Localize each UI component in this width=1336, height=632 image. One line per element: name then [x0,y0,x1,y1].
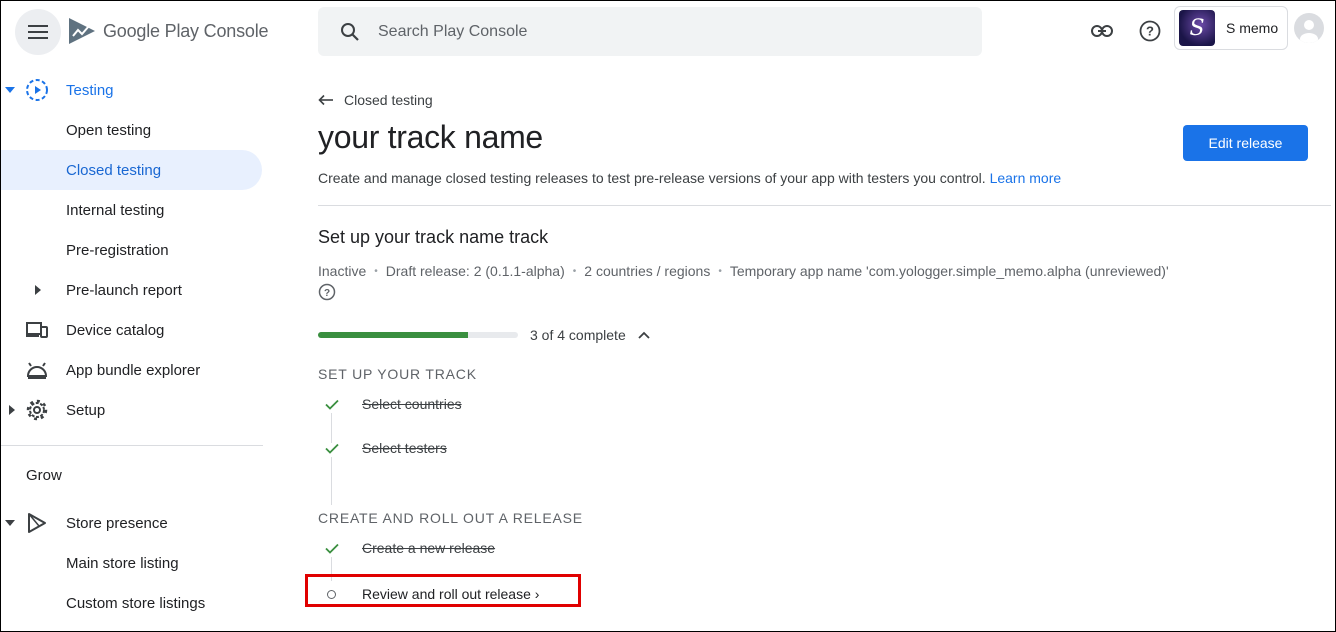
caret-down-icon [5,518,15,528]
svg-text:?: ? [324,288,330,299]
gear-icon [25,398,49,422]
sidebar-item-label: Pre-launch report [66,281,182,299]
sidebar-divider [1,445,263,446]
sidebar-item-open-testing[interactable]: Open testing [1,110,263,150]
sidebar-item-label: Main store listing [66,554,179,572]
content-divider [318,205,1331,206]
play-console-logo-icon [69,18,95,44]
sidebar-item-internal-testing[interactable]: Internal testing [1,190,263,230]
testing-icon [25,78,49,102]
back-link-label: Closed testing [344,92,433,108]
logo-text: Google Play Console [103,20,269,41]
group-title-setup-track: SET UP YOUR TRACK [318,366,477,382]
help-icon[interactable]: ? [318,283,336,301]
help-button[interactable]: ? [1135,16,1165,46]
section-title: Set up your track name track [318,227,549,247]
separator-dot: • [718,265,722,277]
sidebar-item-app-bundle-explorer[interactable]: App bundle explorer [1,350,263,390]
progress-bar [318,332,518,338]
sidebar-item-custom-store-listings[interactable]: Custom store listings [1,583,263,623]
sidebar-item-label: Pre-registration [66,241,169,259]
group-title-create-release: CREATE AND ROLL OUT A RELEASE [318,510,583,526]
page-description: Create and manage closed testing release… [318,170,1061,186]
link-icon [1091,25,1113,37]
play-console-logo[interactable]: Google Play Console [67,16,269,46]
search-icon [338,20,362,44]
chevron-up-icon [638,331,650,339]
learn-more-link[interactable]: Learn more [990,170,1062,186]
sidebar-item-label: Open testing [66,121,152,139]
check-icon [323,395,341,413]
meta-countries: 2 countries / regions [584,263,711,279]
step-create-release[interactable]: Create a new release [323,539,495,557]
play-icon [25,511,49,535]
caret-right-icon [33,285,43,295]
progress-fill [318,332,468,338]
step-select-countries[interactable]: Select countries [323,395,462,413]
devices-icon [25,318,49,342]
search-input[interactable] [378,22,938,41]
separator-dot: • [374,265,378,277]
step-label: Select countries [362,396,462,412]
step-connector [331,457,332,505]
check-icon [323,439,341,457]
sidebar-item-label: Closed testing [66,161,162,179]
sidebar-item-pre-launch-report[interactable]: Pre-launch report [1,270,263,310]
sidebar-item-label: Custom store listings [66,594,206,612]
sidebar-section-grow: Grow [26,467,62,484]
back-link[interactable]: Closed testing [318,92,433,108]
link-button[interactable] [1087,16,1117,46]
hamburger-icon [28,25,48,39]
sidebar-item-pre-registration[interactable]: Pre-registration [1,230,263,270]
app-name: S memo [1226,20,1279,36]
sidebar-item-label: Internal testing [66,201,165,219]
sidebar-item-label: Store presence [66,514,168,532]
pending-step-icon [327,589,336,599]
account-icon [1300,20,1318,43]
app-icon: S [1179,10,1215,46]
caret-down-icon [5,85,15,95]
sidebar-item-store-presence[interactable]: Store presence [1,503,263,543]
description-text: Create and manage closed testing release… [318,170,986,186]
app-selector[interactable]: S S memo [1174,6,1288,50]
sidebar-item-label: App bundle explorer [66,361,201,379]
edit-release-button[interactable]: Edit release [1183,125,1308,161]
meta-status: Inactive [318,263,367,279]
search-bar[interactable] [318,7,982,56]
step-select-testers[interactable]: Select testers [323,439,447,457]
sidebar-item-label: Device catalog [66,321,165,339]
sidebar-item-testing[interactable]: Testing [1,70,263,110]
meta-draft-release: Draft release: 2 (0.1.1-alpha) [385,263,565,279]
svg-text:?: ? [1146,24,1154,39]
sidebar-item-device-catalog[interactable]: Device catalog [1,310,263,350]
check-icon [323,539,341,557]
main-menu-button[interactable] [15,9,61,55]
sidebar-item-label: Testing [66,81,114,99]
page-title: your track name [318,119,543,155]
sidebar-item-main-store-listing[interactable]: Main store listing [1,543,263,583]
caret-right-icon [7,405,17,415]
meta-app-name: Temporary app name 'com.yologger.simple_… [729,263,1169,279]
avatar[interactable] [1294,13,1324,43]
step-label: Create a new release [362,540,496,556]
step-label: Review and roll out release › [362,586,540,602]
progress-toggle[interactable]: 3 of 4 complete [530,327,650,343]
help-icon: ? [1139,20,1161,42]
sidebar-item-closed-testing[interactable]: Closed testing [1,150,262,190]
android-icon [25,358,49,382]
step-review-rollout[interactable]: Review and roll out release › [327,586,539,602]
track-meta: Inactive • Draft release: 2 (0.1.1-alpha… [318,263,1169,279]
arrow-back-icon [318,94,333,106]
sidebar-item-setup[interactable]: Setup [1,390,263,430]
progress-label: 3 of 4 complete [530,327,626,343]
sidebar-item-label: Setup [66,401,106,419]
separator-dot: • [572,265,577,277]
step-label: Select testers [362,440,447,456]
